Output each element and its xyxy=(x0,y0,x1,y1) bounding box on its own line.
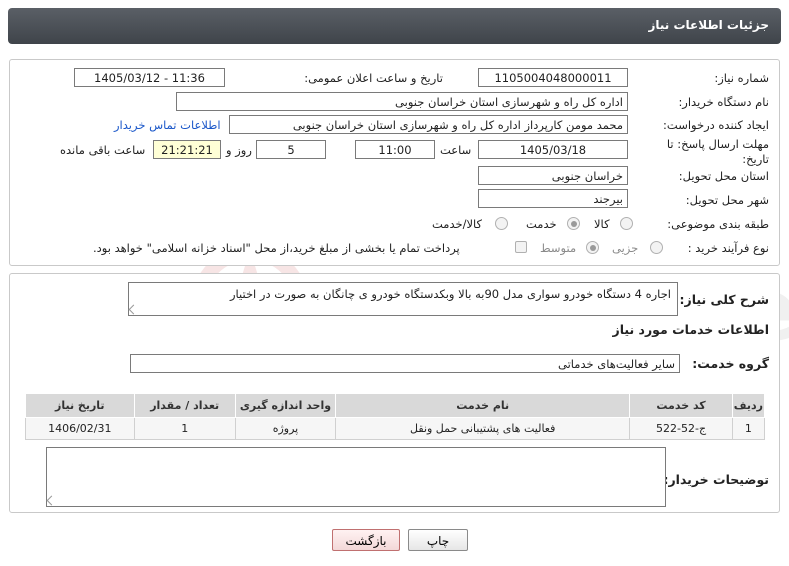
buyer-org-field: اداره کل راه و شهرسازی استان خراسان جنوب… xyxy=(176,92,628,111)
print-button[interactable]: چاپ xyxy=(408,529,468,551)
category-option-goods: کالا xyxy=(594,217,610,231)
col-quantity: تعداد / مقدار xyxy=(133,393,236,418)
remaining-days-label: روز و xyxy=(226,143,252,157)
purchase-radio-minor[interactable] xyxy=(650,241,663,254)
remaining-time-field: 21:21:21 xyxy=(153,140,221,159)
buyer-org-label: نام دستگاه خریدار: xyxy=(678,95,769,109)
services-section-title: اطلاعات خدمات مورد نیاز xyxy=(612,322,770,337)
province-label: استان محل تحویل: xyxy=(678,169,769,183)
deadline-date-field: 1405/03/18 xyxy=(478,140,628,159)
announce-datetime-field: 1405/03/12 - 11:36 xyxy=(74,68,225,87)
category-label: طبقه بندی موضوعی: xyxy=(667,217,769,231)
category-radio-goods[interactable] xyxy=(620,217,633,230)
need-number-field: 1105004048000011 xyxy=(478,68,628,87)
service-group-field: سایر فعالیت‌های خدماتی xyxy=(130,354,680,373)
summary-text: اجاره 4 دستگاه خودرو سواری مدل 90به بالا… xyxy=(229,287,671,301)
category-option-goods-service: کالا/خدمت xyxy=(432,217,483,231)
need-number-label: شماره نیاز: xyxy=(714,71,769,85)
city-label: شهر محل تحویل: xyxy=(685,193,769,207)
buyer-notes-textarea[interactable] xyxy=(46,447,666,507)
purchase-option-medium: متوسط xyxy=(540,241,577,255)
page-title: جزئیات اطلاعات نیاز xyxy=(648,18,769,32)
col-service-name: نام خدمت xyxy=(335,393,631,418)
creator-label: ایجاد کننده درخواست: xyxy=(663,118,769,132)
summary-label: شرح کلی نیاز: xyxy=(679,292,769,307)
col-need-date: تاریخ نیاز xyxy=(25,393,135,418)
category-option-service: خدمت xyxy=(526,217,557,231)
services-table-header: ردیف کد خدمت نام خدمت واحد اندازه گیری ت… xyxy=(25,393,766,418)
treasury-note: پرداخت تمام یا بخشی از مبلغ خرید،از محل … xyxy=(93,241,460,255)
remaining-days-field: 5 xyxy=(256,140,326,159)
cell-row: 1 xyxy=(731,417,766,440)
col-unit: واحد اندازه گیری xyxy=(234,393,337,418)
buyer-notes-label: توضیحات خریدار: xyxy=(663,472,769,487)
treasury-checkbox[interactable] xyxy=(515,241,527,253)
city-field: بیرجند xyxy=(478,189,628,208)
cell-service-code: ج-52-522 xyxy=(629,417,733,440)
purchase-radio-medium[interactable] xyxy=(586,241,599,254)
services-table: ردیف کد خدمت نام خدمت واحد اندازه گیری ت… xyxy=(25,393,766,440)
summary-textarea[interactable]: اجاره 4 دستگاه خودرو سواری مدل 90به بالا… xyxy=(128,282,678,316)
purchase-type-label: نوع فرآیند خرید : xyxy=(687,241,769,255)
category-radio-service[interactable] xyxy=(567,217,580,230)
page-header: جزئیات اطلاعات نیاز xyxy=(8,8,781,44)
service-group-label: گروه خدمت: xyxy=(692,356,769,371)
deadline-time-field: 11:00 xyxy=(355,140,435,159)
col-service-code: کد خدمت xyxy=(629,393,733,418)
deadline-label: مهلت ارسال پاسخ: تا تاریخ: xyxy=(666,137,769,166)
cell-unit: پروژه xyxy=(234,417,337,440)
category-radio-goods-service[interactable] xyxy=(495,217,508,230)
services-table-wrap: ردیف کد خدمت نام خدمت واحد اندازه گیری ت… xyxy=(25,393,766,440)
back-button[interactable]: بازگشت xyxy=(332,529,400,551)
buyer-contact-link[interactable]: اطلاعات تماس خریدار xyxy=(114,118,221,132)
cell-quantity: 1 xyxy=(133,417,236,440)
table-row: 1 ج-52-522 فعالیت های پشتیبانی حمل ونقل … xyxy=(25,417,766,440)
deadline-time-label: ساعت xyxy=(440,143,472,157)
purchase-option-minor: جزیی xyxy=(612,241,639,255)
cell-need-date: 1406/02/31 xyxy=(25,417,135,440)
col-row: ردیف xyxy=(731,393,766,418)
remaining-time-label: ساعت باقی مانده xyxy=(60,143,146,157)
creator-field: محمد مومن کارپرداز اداره کل راه و شهرساز… xyxy=(229,115,628,134)
cell-service-name: فعالیت های پشتیبانی حمل ونقل xyxy=(335,417,631,440)
announce-datetime-label: تاریخ و ساعت اعلان عمومی: xyxy=(304,71,443,85)
province-field: خراسان جنوبی xyxy=(478,166,628,185)
